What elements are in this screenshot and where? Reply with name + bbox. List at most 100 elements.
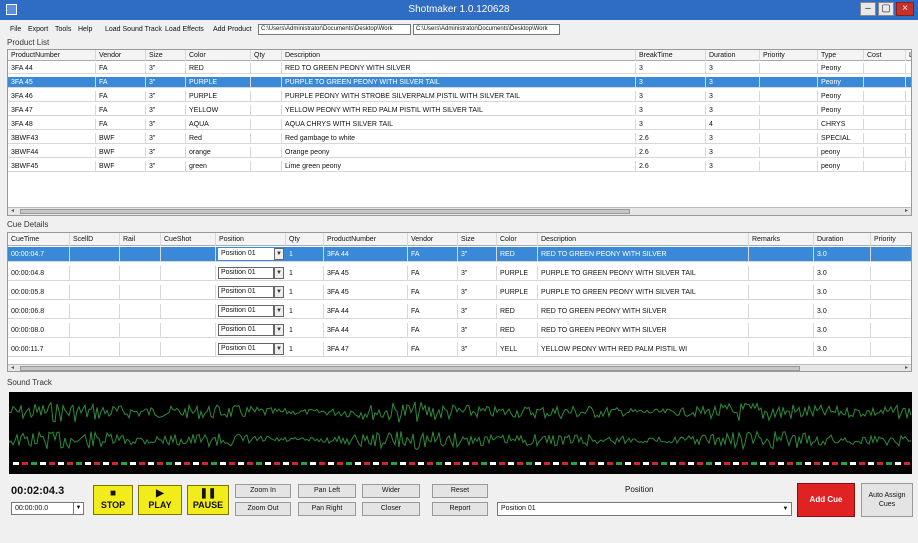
- cue-marker[interactable]: [679, 462, 685, 465]
- sound-track-waveform[interactable]: [9, 392, 912, 474]
- cue-marker[interactable]: [355, 462, 361, 465]
- cue-marker[interactable]: [31, 462, 37, 465]
- cue-marker[interactable]: [796, 462, 802, 465]
- column-header[interactable]: CueShot: [161, 233, 216, 246]
- cue-marker[interactable]: [904, 462, 910, 465]
- column-header[interactable]: Qty: [251, 50, 282, 61]
- cue-marker[interactable]: [220, 462, 226, 465]
- column-header[interactable]: Rail: [120, 233, 161, 246]
- cue-marker[interactable]: [733, 462, 739, 465]
- cue-marker[interactable]: [859, 462, 865, 465]
- cue-marker[interactable]: [400, 462, 406, 465]
- cue-marker[interactable]: [67, 462, 73, 465]
- chevron-right-icon[interactable]: ▸: [902, 365, 911, 371]
- cue-marker[interactable]: [868, 462, 874, 465]
- cue-marker[interactable]: [175, 462, 181, 465]
- cue-row[interactable]: 00:00:11.7 Position 01 ▼ 1 3FA 47 FA 3" YELL YEL…: [8, 342, 911, 357]
- cue-marker[interactable]: [499, 462, 505, 465]
- column-header[interactable]: Loc: [906, 50, 911, 61]
- column-header[interactable]: Color: [497, 233, 538, 246]
- column-header[interactable]: Description: [282, 50, 636, 61]
- cue-marker[interactable]: [886, 462, 892, 465]
- column-header[interactable]: Qty: [286, 233, 324, 246]
- position-select[interactable]: Position 01: [218, 248, 274, 260]
- cue-marker[interactable]: [292, 462, 298, 465]
- column-header[interactable]: Type: [818, 50, 864, 61]
- play-button[interactable]: ▶ PLAY: [138, 485, 182, 515]
- chevron-left-icon[interactable]: ◂: [8, 365, 17, 371]
- cue-marker[interactable]: [418, 462, 424, 465]
- chevron-right-icon[interactable]: ▸: [902, 208, 911, 215]
- sound-track-path[interactable]: C:\Users\Administrator\Documents\Desktop…: [258, 24, 411, 35]
- cue-marker[interactable]: [643, 462, 649, 465]
- cue-marker[interactable]: [760, 462, 766, 465]
- cue-marker[interactable]: [49, 462, 55, 465]
- cue-marker[interactable]: [562, 462, 568, 465]
- cue-marker[interactable]: [580, 462, 586, 465]
- menu-help[interactable]: Help: [78, 26, 92, 33]
- cue-marker[interactable]: [265, 462, 271, 465]
- position-select[interactable]: Position 01 ▼: [497, 502, 792, 516]
- position-select[interactable]: Position 01: [218, 286, 274, 298]
- cue-marker[interactable]: [103, 462, 109, 465]
- cue-marker[interactable]: [652, 462, 658, 465]
- cue-marker[interactable]: [661, 462, 667, 465]
- cue-marker[interactable]: [571, 462, 577, 465]
- cue-marker[interactable]: [751, 462, 757, 465]
- cue-marker[interactable]: [877, 462, 883, 465]
- product-list-grid[interactable]: ProductNumber Vendor Size Color Qty Descripti…: [7, 49, 912, 216]
- load-sound-track-button[interactable]: Load Sound Track: [105, 26, 162, 33]
- scrollbar-thumb[interactable]: [20, 366, 800, 371]
- cue-marker[interactable]: [148, 462, 154, 465]
- time-select[interactable]: 00:00:00.0 ▼: [11, 502, 84, 515]
- column-header[interactable]: Remarks: [749, 233, 814, 246]
- cue-marker[interactable]: [427, 462, 433, 465]
- closer-button[interactable]: Closer: [362, 502, 420, 516]
- cue-marker[interactable]: [157, 462, 163, 465]
- cue-marker[interactable]: [778, 462, 784, 465]
- cue-marker[interactable]: [85, 462, 91, 465]
- cue-marker[interactable]: [481, 462, 487, 465]
- column-header[interactable]: Size: [458, 233, 497, 246]
- column-header[interactable]: CueTime: [8, 233, 70, 246]
- table-row[interactable]: 3BWF43 BWF 3" Red Red gambage to white 2.6 3 SP…: [8, 133, 911, 144]
- cue-marker[interactable]: [742, 462, 748, 465]
- column-header[interactable]: Duration: [814, 233, 871, 246]
- cue-marker[interactable]: [463, 462, 469, 465]
- cue-marker[interactable]: [121, 462, 127, 465]
- cue-marker[interactable]: [211, 462, 217, 465]
- reset-button[interactable]: Reset: [432, 484, 488, 498]
- cue-marker[interactable]: [454, 462, 460, 465]
- chevron-down-icon[interactable]: ▼: [73, 503, 83, 514]
- auto-assign-cues-button[interactable]: Auto Assign Cues: [861, 483, 913, 517]
- horizontal-scrollbar[interactable]: ◂ ▸: [8, 364, 911, 371]
- cue-marker[interactable]: [850, 462, 856, 465]
- cue-marker[interactable]: [346, 462, 352, 465]
- cue-marker[interactable]: [895, 462, 901, 465]
- cue-marker[interactable]: [40, 462, 46, 465]
- cue-marker[interactable]: [22, 462, 28, 465]
- cue-marker[interactable]: [616, 462, 622, 465]
- cue-marker[interactable]: [805, 462, 811, 465]
- zoom-out-button[interactable]: Zoom Out: [235, 502, 291, 516]
- column-header[interactable]: Vendor: [96, 50, 146, 61]
- cue-marker[interactable]: [202, 462, 208, 465]
- chevron-down-icon[interactable]: ▼: [274, 248, 284, 260]
- table-row[interactable]: 3FA 44 FA 3" RED RED TO GREEN PEONY WITH SIL…: [8, 63, 911, 74]
- cue-marker[interactable]: [769, 462, 775, 465]
- horizontal-scrollbar[interactable]: ◂ ▸: [8, 207, 911, 215]
- cue-marker[interactable]: [337, 462, 343, 465]
- cue-marker[interactable]: [526, 462, 532, 465]
- cue-row[interactable]: 00:00:06.8 Position 01 ▼ 1 3FA 44 FA 3" RED RED …: [8, 304, 911, 319]
- menu-tools[interactable]: Tools: [55, 26, 71, 33]
- cue-marker[interactable]: [328, 462, 334, 465]
- column-header[interactable]: Size: [146, 50, 186, 61]
- column-header[interactable]: Cost: [864, 50, 906, 61]
- column-header[interactable]: BreakTime: [636, 50, 706, 61]
- cue-row[interactable]: 00:00:05.8 Position 01 ▼ 1 3FA 45 FA 3" PURPLE P…: [8, 285, 911, 300]
- cue-marker[interactable]: [283, 462, 289, 465]
- load-effects-button[interactable]: Load Effects: [165, 26, 204, 33]
- chevron-down-icon[interactable]: ▼: [780, 503, 791, 515]
- cue-marker[interactable]: [274, 462, 280, 465]
- cue-marker[interactable]: [166, 462, 172, 465]
